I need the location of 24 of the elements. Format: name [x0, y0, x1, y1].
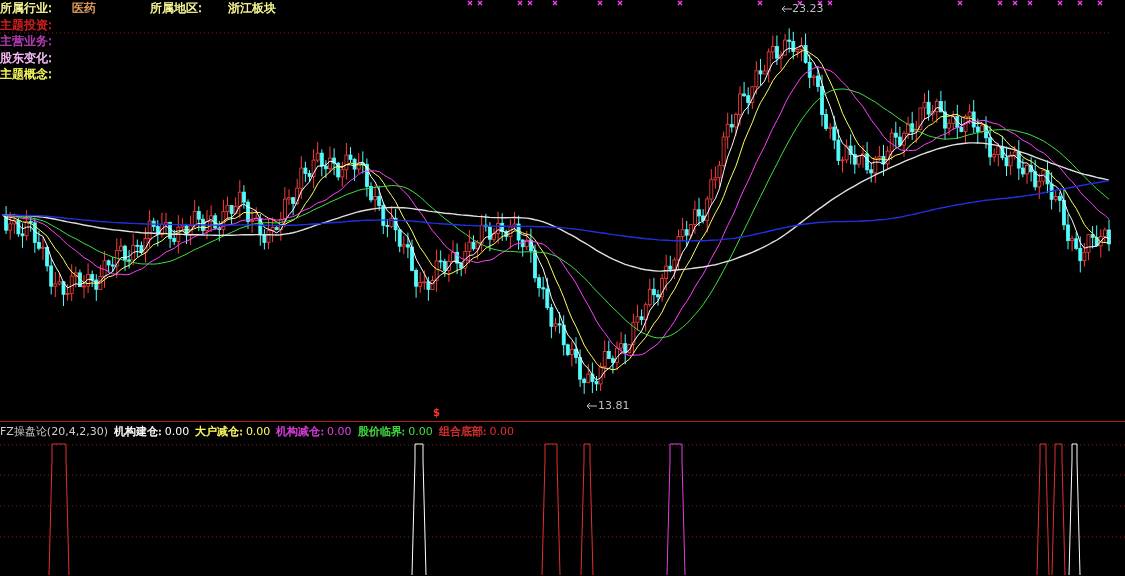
- series-label: 组合底部:: [438, 423, 487, 439]
- series-label: 机构减仓:: [276, 423, 325, 439]
- series-value: 0.00: [164, 424, 190, 438]
- leader-line: [781, 5, 793, 13]
- low-price-label: 13.81: [598, 399, 630, 412]
- series-label: 大户减仓:: [195, 423, 243, 439]
- signal-mark: $: [433, 407, 440, 419]
- series-value: 0.00: [408, 424, 433, 438]
- indicator-name: FZ操盘论(20,4,2,30): [0, 423, 108, 439]
- series-value: 0.00: [489, 424, 515, 438]
- info-label: 主营业务:: [0, 33, 54, 50]
- leader-line: [586, 402, 598, 410]
- info-label: 主题投资:: [0, 16, 54, 33]
- series-label: 股价临界:: [357, 423, 406, 439]
- series-value: 0.00: [245, 424, 271, 438]
- info-label: 所属地区:: [150, 0, 204, 17]
- info-label: 股东变化:: [0, 49, 54, 66]
- info-value: 浙江板块: [228, 0, 277, 17]
- info-label: 所属行业:: [0, 0, 54, 17]
- info-value: 医药: [72, 0, 97, 17]
- series-label: 机构建仓:: [113, 423, 162, 439]
- high-price-label: 23.23: [792, 2, 824, 15]
- info-label: 主题概念:: [0, 66, 54, 83]
- series-value: 0.00: [327, 424, 352, 438]
